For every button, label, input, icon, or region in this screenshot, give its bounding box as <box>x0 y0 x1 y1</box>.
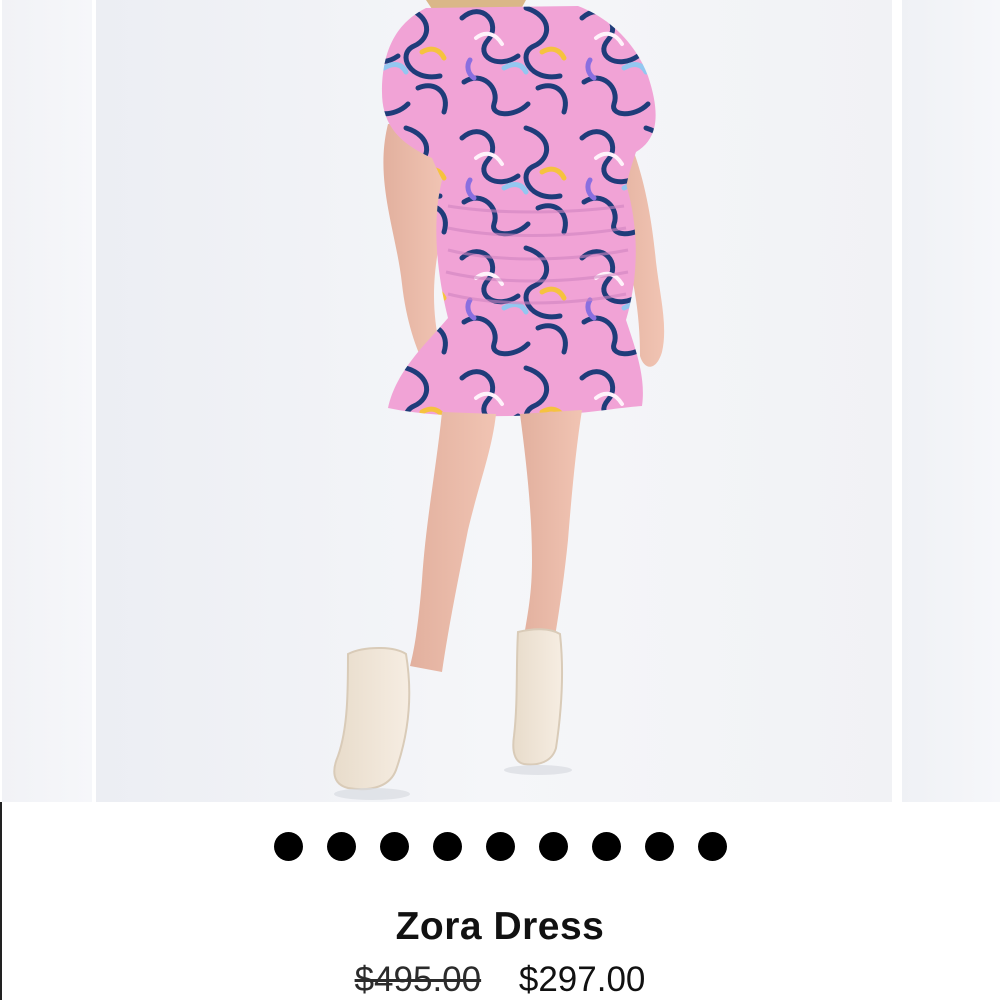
pagination-dot[interactable] <box>432 831 462 861</box>
product-title: Zora Dress <box>395 905 605 948</box>
pagination-dot[interactable] <box>379 831 409 861</box>
previous-slide[interactable] <box>2 0 92 802</box>
carousel-pagination <box>0 826 1000 866</box>
pagination-dot[interactable] <box>591 831 621 861</box>
original-price: $495.00 <box>354 960 482 999</box>
pagination-dot[interactable] <box>538 831 568 861</box>
pagination-dot[interactable] <box>697 831 727 861</box>
sale-price: $297.00 <box>518 960 646 999</box>
next-slide[interactable] <box>902 0 1000 802</box>
pagination-dot[interactable] <box>485 831 515 861</box>
pagination-dot[interactable] <box>644 831 674 861</box>
slide-gap <box>892 0 902 802</box>
pagination-dot[interactable] <box>326 831 356 861</box>
product-image-carousel[interactable] <box>0 0 1000 802</box>
current-slide[interactable] <box>96 0 892 802</box>
product-page: Zora Dress $495.00 $297.00 <box>0 0 1000 1000</box>
pagination-dot[interactable] <box>273 831 303 861</box>
product-photo <box>333 0 665 800</box>
price-row: $495.00 $297.00 <box>0 955 1000 1000</box>
